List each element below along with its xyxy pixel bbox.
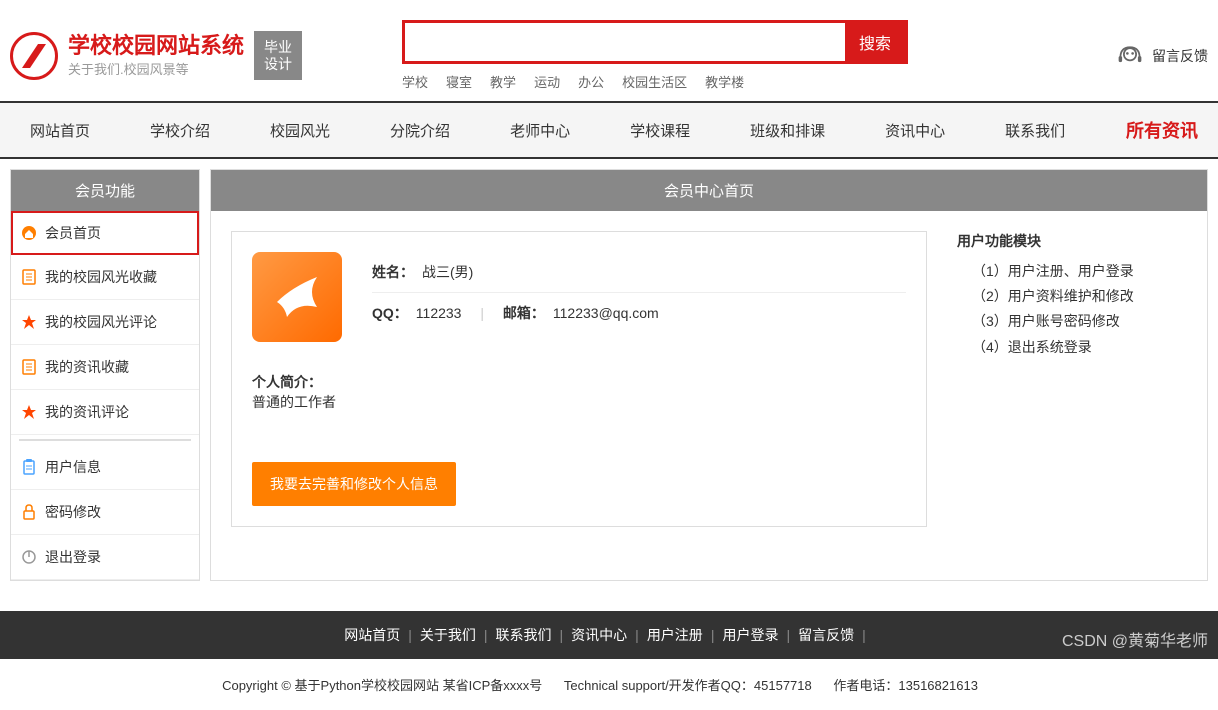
footer-copyright: Copyright © 基于Python学校校园网站 某省ICP备xxxx号 T… bbox=[0, 659, 1218, 710]
sidebar-item-label: 会员首页 bbox=[45, 223, 101, 243]
nav-item[interactable]: 学校课程 bbox=[600, 106, 720, 155]
sidebar-item-label: 退出登录 bbox=[45, 547, 101, 567]
module-item: （4）退出系统登录 bbox=[972, 335, 1187, 360]
nav-item[interactable]: 资讯中心 bbox=[855, 106, 975, 155]
sidebar-item[interactable]: 密码修改 bbox=[11, 490, 199, 535]
nav-item[interactable]: 联系我们 bbox=[975, 106, 1095, 155]
content-panel: 会员中心首页 姓名：战三(男) QQ：112233 | 邮箱：112233@ bbox=[210, 169, 1208, 581]
sidebar: 会员功能 会员首页我的校园风光收藏我的校园风光评论我的资讯收藏我的资讯评论 用户… bbox=[10, 169, 200, 581]
sidebar-item[interactable]: 我的校园风光评论 bbox=[11, 300, 199, 345]
search-box: 搜索 bbox=[402, 20, 908, 64]
footer-nav-item[interactable]: 留言反馈 bbox=[798, 627, 854, 643]
module-title: 用户功能模块 bbox=[957, 231, 1187, 251]
module-item: （3）用户账号密码修改 bbox=[972, 309, 1187, 334]
search-tag[interactable]: 运动 bbox=[534, 75, 560, 90]
module-item: （2）用户资料维护和修改 bbox=[972, 284, 1187, 309]
sidebar-item-label: 我的校园风光收藏 bbox=[45, 267, 157, 287]
module-item: （1）用户注册、用户登录 bbox=[972, 259, 1187, 284]
logo-icon bbox=[10, 32, 58, 80]
home-icon bbox=[21, 225, 37, 241]
sidebar-item[interactable]: 我的校园风光收藏 bbox=[11, 255, 199, 300]
search-tag[interactable]: 学校 bbox=[402, 75, 428, 90]
nav-item[interactable]: 分院介绍 bbox=[360, 106, 480, 155]
profile-contact-row: QQ：112233 | 邮箱：112233@qq.com bbox=[372, 293, 906, 333]
search-tag[interactable]: 寝室 bbox=[446, 75, 472, 90]
search-tag[interactable]: 办公 bbox=[578, 75, 604, 90]
sidebar-item[interactable]: 用户信息 bbox=[11, 445, 199, 490]
module-panel: 用户功能模块 （1）用户注册、用户登录（2）用户资料维护和修改（3）用户账号密码… bbox=[957, 231, 1187, 527]
search-tag[interactable]: 校园生活区 bbox=[622, 75, 687, 90]
feedback-link[interactable]: 留言反馈 bbox=[1116, 42, 1208, 70]
grad-badge: 毕业 设计 bbox=[254, 31, 302, 81]
sidebar-item[interactable]: 我的资讯评论 bbox=[11, 390, 199, 435]
sidebar-item[interactable]: 会员首页 bbox=[11, 211, 199, 255]
edit-profile-button[interactable]: 我要去完善和修改个人信息 bbox=[252, 462, 456, 506]
search-tag[interactable]: 教学楼 bbox=[705, 75, 744, 90]
footer-nav-item[interactable]: 资讯中心 bbox=[571, 627, 627, 643]
sidebar-title: 会员功能 bbox=[11, 170, 199, 211]
clipboard-icon bbox=[21, 459, 37, 475]
power-icon bbox=[21, 549, 37, 565]
star-icon bbox=[21, 404, 37, 420]
sidebar-divider bbox=[19, 439, 191, 441]
profile-card: 姓名：战三(男) QQ：112233 | 邮箱：112233@qq.com 个人… bbox=[231, 231, 927, 527]
nav-item[interactable]: 校园风光 bbox=[240, 106, 360, 155]
headset-icon bbox=[1116, 42, 1144, 70]
search-input[interactable] bbox=[405, 23, 845, 61]
site-subtitle: 关于我们.校园风景等 bbox=[68, 59, 244, 78]
profile-bio: 个人简介： 普通的工作者 bbox=[252, 372, 906, 412]
logo-area: 学校校园网站系统 关于我们.校园风景等 毕业 设计 bbox=[10, 31, 302, 81]
sidebar-item-label: 我的校园风光评论 bbox=[45, 312, 157, 332]
sidebar-item[interactable]: 退出登录 bbox=[11, 535, 199, 580]
sidebar-item-label: 用户信息 bbox=[45, 457, 101, 477]
footer-nav-item[interactable]: 用户注册 bbox=[647, 627, 703, 643]
nav-item[interactable]: 学校介绍 bbox=[120, 106, 240, 155]
nav-all-news[interactable]: 所有资讯 bbox=[1106, 103, 1218, 157]
search-button[interactable]: 搜索 bbox=[845, 23, 905, 61]
content-title: 会员中心首页 bbox=[211, 170, 1207, 211]
doc-icon bbox=[21, 269, 37, 285]
doc-icon bbox=[21, 359, 37, 375]
footer-nav: 网站首页|关于我们|联系我们|资讯中心|用户注册|用户登录|留言反馈| bbox=[0, 611, 1218, 659]
sidebar-item-label: 密码修改 bbox=[45, 502, 101, 522]
site-title: 学校校园网站系统 bbox=[68, 33, 244, 59]
sidebar-item[interactable]: 我的资讯收藏 bbox=[11, 345, 199, 390]
nav-item[interactable]: 老师中心 bbox=[480, 106, 600, 155]
footer-nav-item[interactable]: 用户登录 bbox=[722, 627, 778, 643]
watermark: CSDN @黄菊华老师 bbox=[1062, 627, 1208, 651]
sidebar-item-label: 我的资讯收藏 bbox=[45, 357, 129, 377]
nav-item[interactable]: 网站首页 bbox=[0, 106, 120, 155]
lock-icon bbox=[21, 504, 37, 520]
star-icon bbox=[21, 314, 37, 330]
footer-nav-item[interactable]: 联系我们 bbox=[496, 627, 552, 643]
search-tag[interactable]: 教学 bbox=[490, 75, 516, 90]
main-nav: 网站首页学校介绍校园风光分院介绍老师中心学校课程班级和排课资讯中心联系我们所有资… bbox=[0, 101, 1218, 159]
profile-name-row: 姓名：战三(男) bbox=[372, 252, 906, 293]
nav-item[interactable]: 班级和排课 bbox=[720, 106, 855, 155]
footer-nav-item[interactable]: 关于我们 bbox=[420, 627, 476, 643]
sidebar-item-label: 我的资讯评论 bbox=[45, 402, 129, 422]
search-tags: 学校 寝室 教学 运动 办公 校园生活区 教学楼 bbox=[402, 72, 908, 91]
avatar bbox=[252, 252, 342, 342]
footer-nav-item[interactable]: 网站首页 bbox=[344, 627, 400, 643]
